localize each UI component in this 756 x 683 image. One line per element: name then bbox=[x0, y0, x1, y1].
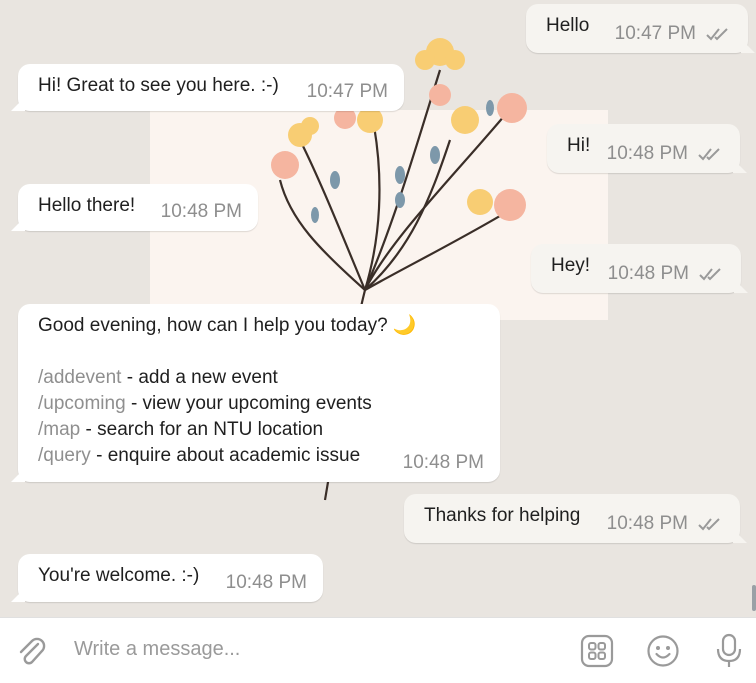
chat-area[interactable]: Hello 10:47 PM Hi! Great to see you here… bbox=[0, 0, 756, 617]
command-description: - view your upcoming events bbox=[125, 393, 372, 414]
message-time: 10:48 PM bbox=[606, 513, 688, 534]
command-link[interactable]: /upcoming bbox=[38, 393, 126, 414]
command-description: - search for an NTU location bbox=[80, 419, 324, 440]
command-link[interactable]: /addevent bbox=[38, 367, 121, 388]
command-description: - add a new event bbox=[121, 367, 278, 388]
message-text: Hey! bbox=[551, 255, 591, 276]
message-text: Hello bbox=[546, 15, 590, 36]
message-text: Hi! Great to see you here. :-) bbox=[38, 75, 279, 96]
double-check-icon bbox=[699, 268, 721, 281]
message-text: Hi! bbox=[567, 135, 591, 156]
double-check-icon bbox=[698, 518, 720, 531]
message-meta: 10:47 PM bbox=[615, 21, 732, 47]
message-input[interactable]: Write a message... bbox=[74, 638, 240, 661]
emoji-icon[interactable] bbox=[646, 634, 680, 668]
chat-scrollbar[interactable] bbox=[752, 585, 756, 611]
paperclip-icon[interactable] bbox=[14, 634, 48, 668]
message-text: You're welcome. :-) bbox=[38, 565, 200, 586]
message-time: 10:48 PM bbox=[402, 452, 484, 473]
message-bubble-incoming[interactable]: Hello there! 10:48 PM bbox=[18, 184, 258, 231]
message-bubble-incoming[interactable]: Good evening, how can I help you today? … bbox=[18, 304, 500, 482]
message-meta: 10:47 PM bbox=[307, 79, 388, 105]
message-time: 10:48 PM bbox=[606, 143, 688, 164]
message-meta: 10:48 PM bbox=[403, 450, 484, 476]
command-link[interactable]: /map bbox=[38, 419, 80, 440]
double-check-icon bbox=[706, 28, 728, 41]
message-composer: Write a message... bbox=[0, 617, 756, 683]
message-time: 10:48 PM bbox=[607, 263, 689, 284]
message-bubble-incoming[interactable]: Hi! Great to see you here. :-) 10:47 PM bbox=[18, 64, 404, 111]
message-time: 10:48 PM bbox=[225, 572, 307, 593]
command-link[interactable]: /query bbox=[38, 445, 91, 466]
message-bubble-incoming[interactable]: You're welcome. :-) 10:48 PM bbox=[18, 554, 323, 602]
message-bubble-outgoing[interactable]: Hey! 10:48 PM bbox=[531, 244, 741, 293]
message-bubble-outgoing[interactable]: Hello 10:47 PM bbox=[526, 4, 748, 53]
message-meta: 10:48 PM bbox=[608, 261, 725, 287]
message-bubble-outgoing[interactable]: Thanks for helping 10:48 PM bbox=[404, 494, 740, 543]
message-bubble-outgoing[interactable]: Hi! 10:48 PM bbox=[547, 124, 740, 173]
message-meta: 10:48 PM bbox=[607, 141, 724, 167]
message-time: 10:48 PM bbox=[160, 201, 242, 222]
message-meta: 10:48 PM bbox=[607, 511, 724, 537]
message-text: Thanks for helping bbox=[424, 505, 581, 526]
message-time: 10:47 PM bbox=[614, 23, 696, 44]
double-check-icon bbox=[698, 148, 720, 161]
message-greeting: Good evening, how can I help you today? … bbox=[38, 315, 417, 336]
command-line: /upcoming - view your upcoming events bbox=[38, 391, 482, 417]
command-description: - enquire about academic issue bbox=[90, 445, 361, 466]
bot-menu-icon[interactable] bbox=[580, 634, 614, 668]
command-line: /addevent - add a new event bbox=[38, 365, 482, 391]
message-time: 10:47 PM bbox=[306, 81, 388, 102]
microphone-icon[interactable] bbox=[712, 633, 746, 668]
message-text: Hello there! bbox=[38, 195, 136, 216]
message-meta: 10:48 PM bbox=[161, 199, 242, 225]
message-meta: 10:48 PM bbox=[226, 570, 307, 596]
command-line: /map - search for an NTU location bbox=[38, 417, 482, 443]
